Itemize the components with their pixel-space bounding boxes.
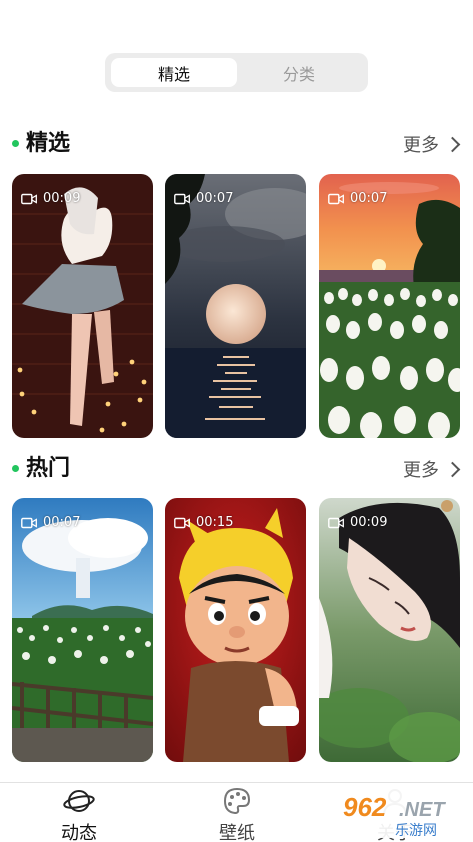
video-card[interactable]: 00:09 xyxy=(319,498,460,762)
duration-text: 00:07 xyxy=(350,191,388,206)
video-card[interactable]: 00:07 xyxy=(12,498,153,762)
video-thumbnail xyxy=(319,174,460,438)
duration-badge: 00:07 xyxy=(174,191,233,206)
palette-icon xyxy=(223,787,251,815)
svg-text:乐游网: 乐游网 xyxy=(395,823,437,839)
chevron-right-icon xyxy=(444,136,461,152)
duration-badge: 00:07 xyxy=(328,191,387,206)
duration-text: 00:07 xyxy=(43,515,81,530)
duration-badge: 00:15 xyxy=(174,515,233,530)
video-thumbnail xyxy=(165,498,306,762)
duration-text: 00:09 xyxy=(350,515,388,530)
segmented-control: 精选 分类 xyxy=(105,53,368,92)
video-card[interactable]: 00:07 xyxy=(165,174,306,438)
svg-text:962: 962 xyxy=(343,792,387,822)
section-title: 热门 xyxy=(26,456,71,481)
segment-tab-categories[interactable]: 分类 xyxy=(236,58,362,87)
duration-badge: 00:09 xyxy=(328,515,387,530)
segment-tab-featured[interactable]: 精选 xyxy=(111,58,237,87)
video-card[interactable]: 00:15 xyxy=(165,498,306,762)
duration-badge: 00:07 xyxy=(21,515,80,530)
duration-badge: 00:09 xyxy=(21,191,80,206)
tab-wallpaper[interactable]: 壁纸 xyxy=(158,783,316,842)
more-label: 更多 xyxy=(403,135,439,156)
video-camera-icon xyxy=(21,193,37,204)
duration-text: 00:09 xyxy=(43,191,81,206)
section-header-featured: 精选 更多 xyxy=(12,128,462,160)
more-link[interactable]: 更多 xyxy=(403,453,462,485)
section-header-hot: 热门 更多 xyxy=(12,453,462,485)
chevron-right-icon xyxy=(444,461,461,477)
video-card[interactable]: 00:09 xyxy=(12,174,153,438)
video-camera-icon xyxy=(174,193,190,204)
duration-text: 00:07 xyxy=(196,191,234,206)
more-link[interactable]: 更多 xyxy=(403,128,462,160)
video-camera-icon xyxy=(328,517,344,528)
duration-text: 00:15 xyxy=(196,515,234,530)
svg-text:.NET: .NET xyxy=(399,799,446,821)
video-thumbnail xyxy=(12,498,153,762)
more-label: 更多 xyxy=(403,460,439,481)
video-thumbnail xyxy=(319,498,460,762)
section-dot xyxy=(12,140,19,147)
tab-label: 壁纸 xyxy=(219,823,255,842)
video-card[interactable]: 00:07 xyxy=(319,174,460,438)
site-watermark-logo: 962 .NET 乐游网 xyxy=(335,788,473,839)
section-title: 精选 xyxy=(26,131,71,156)
tab-label: 动态 xyxy=(61,823,97,842)
video-thumbnail xyxy=(165,174,306,438)
video-camera-icon xyxy=(21,517,37,528)
section-dot xyxy=(12,465,19,472)
tab-dynamic[interactable]: 动态 xyxy=(0,783,158,842)
video-camera-icon xyxy=(174,517,190,528)
video-thumbnail xyxy=(12,174,153,438)
video-camera-icon xyxy=(328,193,344,204)
planet-icon xyxy=(63,790,95,812)
